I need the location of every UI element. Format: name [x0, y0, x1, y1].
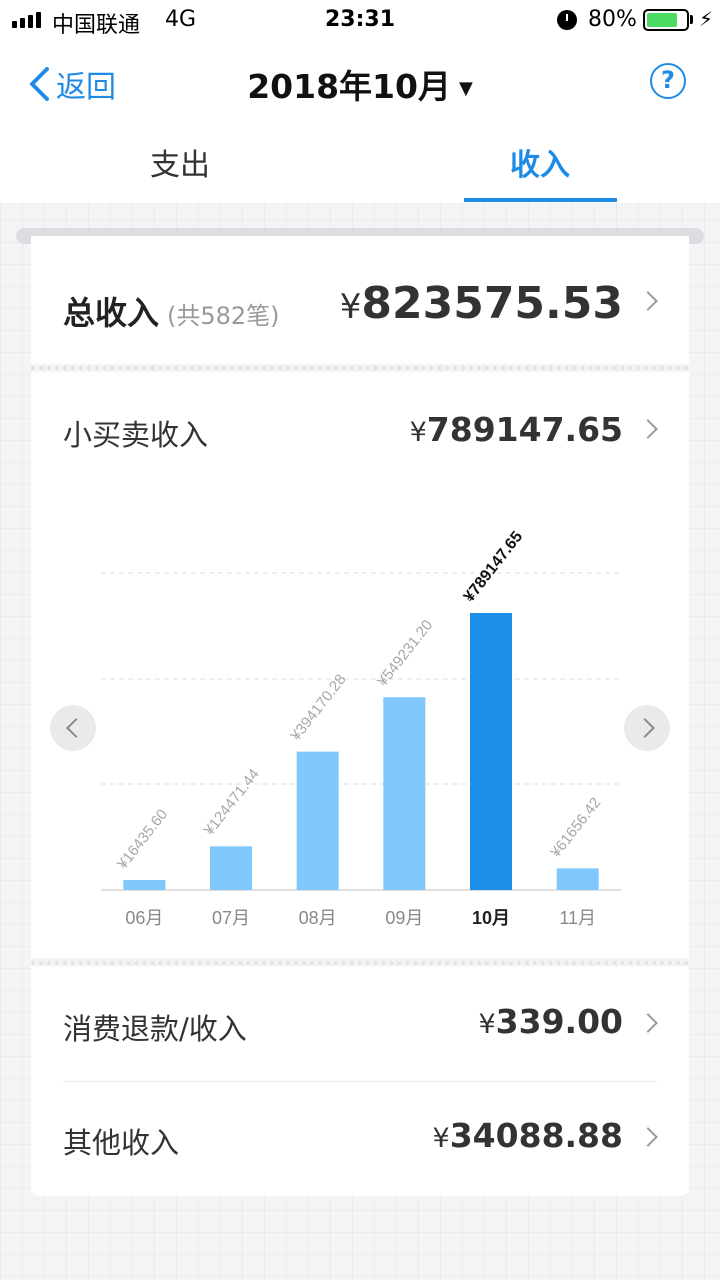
alarm-icon	[557, 10, 577, 30]
battery-percent: 80%	[588, 7, 637, 32]
currency-symbol: ¥	[478, 1009, 496, 1040]
chart-bar[interactable]	[296, 751, 339, 890]
other-income-card: 消费退款/收入 ¥339.00 其他收入 ¥34088.88	[31, 966, 689, 1196]
amount-value: 34088.88	[449, 1116, 623, 1155]
tab-expense[interactable]: 支出	[150, 140, 210, 184]
amount-value: 823575.53	[361, 278, 623, 329]
chart-tick-label: 11月	[559, 908, 596, 928]
chevron-right-icon	[638, 291, 658, 311]
currency-symbol: ¥	[339, 287, 362, 327]
chart-tick-label: 08月	[299, 908, 337, 928]
total-income-amount: ¥823575.53	[340, 278, 623, 329]
battery-icon	[643, 9, 689, 31]
chart-tick-label: 07月	[212, 908, 250, 928]
other-income-row[interactable]: 其他收入 ¥34088.88	[31, 1082, 689, 1196]
monthly-income-chart: ¥16435.6006月¥124471.4407月¥394170.2808月¥5…	[101, 528, 621, 928]
refund-income-amount: ¥339.00	[478, 1002, 623, 1041]
page-title: 2018年10月	[247, 67, 451, 106]
tab-income[interactable]: 收入	[510, 140, 570, 184]
currency-symbol: ¥	[432, 1123, 450, 1154]
month-selector[interactable]: 2018年10月 ▼	[0, 60, 720, 108]
chart-data-label: ¥789147.65	[461, 528, 527, 605]
chart-bar[interactable]	[210, 846, 252, 890]
header-area: 中国联通 4G 23:31 80% ⚡ 返回 2018年10月 ▼ ? 支出 收入	[0, 0, 720, 203]
chart-tick-label: 06月	[125, 908, 163, 928]
other-income-label: 其他收入	[63, 1126, 180, 1160]
chevron-right-icon	[638, 1127, 658, 1147]
other-income-amount: ¥34088.88	[433, 1116, 623, 1155]
chevron-right-icon	[638, 1013, 658, 1033]
chart-bar[interactable]	[123, 880, 166, 890]
total-income-label: 总收入 (共582笔)	[63, 288, 280, 334]
chart-next-button[interactable]	[624, 705, 670, 751]
caret-down-icon: ▼	[458, 78, 473, 99]
chart-bar[interactable]	[383, 697, 426, 890]
amount-value: 339.00	[495, 1002, 623, 1041]
help-icon[interactable]: ?	[650, 63, 686, 99]
total-label-text: 总收入	[63, 294, 160, 332]
refund-income-row[interactable]: 消费退款/收入 ¥339.00	[31, 966, 689, 1081]
chart-data-label: ¥16435.60	[113, 806, 171, 873]
transaction-count: (共582笔)	[167, 302, 280, 330]
chart-prev-button[interactable]	[50, 705, 96, 751]
perforation-divider	[31, 366, 689, 370]
chart-data-label: ¥61656.42	[547, 794, 605, 861]
chart-bar[interactable]	[470, 613, 512, 890]
chart-data-label: ¥124471.44	[200, 766, 263, 840]
active-tab-indicator	[464, 198, 617, 202]
chart-tick-label: 09月	[385, 908, 423, 928]
refund-income-label: 消费退款/收入	[63, 1012, 247, 1046]
chart-tick-label: 10月	[472, 908, 510, 928]
status-bar: 中国联通 4G 23:31 80% ⚡	[0, 0, 720, 40]
battery-tip	[690, 15, 693, 24]
chart-bar[interactable]	[556, 868, 599, 890]
total-income-row[interactable]: 总收入 (共582笔) ¥823575.53	[31, 236, 689, 364]
chart-data-label: ¥394170.28	[287, 671, 350, 745]
perforation-divider	[31, 961, 689, 965]
charging-icon: ⚡	[699, 7, 714, 31]
